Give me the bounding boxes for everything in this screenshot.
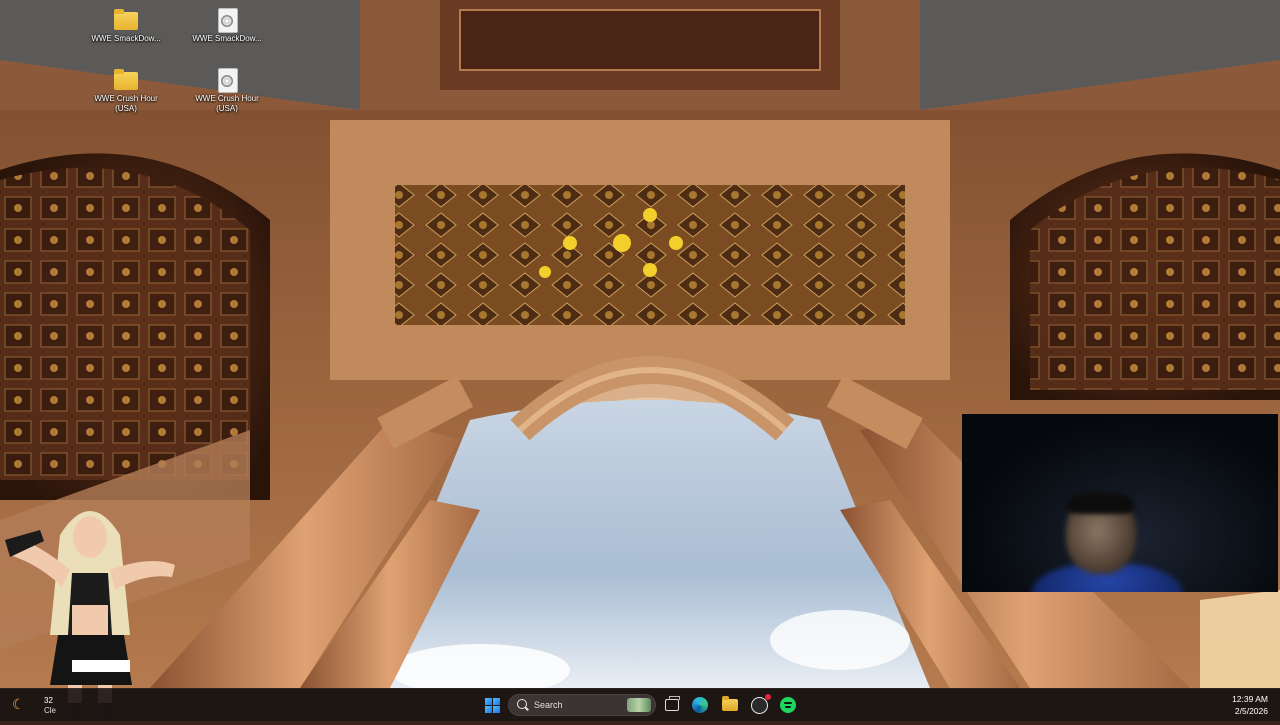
desktop-icon-label: WWE SmackDow...	[91, 34, 161, 43]
search-highlight-image	[627, 698, 651, 712]
system-clock[interactable]: 12:39 AM 2/5/2026	[1232, 693, 1268, 717]
task-view-icon	[665, 696, 680, 711]
desktop-icon-wwe-smackdown-disc[interactable]: WWE SmackDow...	[190, 8, 264, 44]
search-label: Search	[534, 700, 563, 710]
folder-icon	[722, 696, 738, 711]
spotify-icon	[780, 697, 796, 713]
obs-button[interactable]	[747, 693, 771, 717]
file-explorer-button[interactable]	[718, 693, 742, 717]
clock-date: 2/5/2026	[1234, 706, 1268, 716]
wrestler-sticker-image	[0, 495, 185, 720]
disc-image-icon	[213, 68, 241, 93]
task-view-button[interactable]	[660, 693, 684, 717]
edge-icon	[692, 697, 708, 713]
search-icon	[517, 699, 527, 709]
spotify-button[interactable]	[776, 693, 800, 717]
folder-icon	[112, 8, 140, 32]
desktop-icon-label: WWE Crush Hour (USA)	[94, 94, 158, 113]
taskbar: ☾ 32 Cle Search 12:39 AM 2/5/2026	[0, 688, 1280, 721]
moon-icon: ☾	[12, 696, 25, 712]
start-button[interactable]	[480, 693, 504, 717]
weather-condition: Cle	[44, 706, 57, 715]
folder-icon	[112, 68, 140, 92]
edge-button[interactable]	[688, 693, 712, 717]
desktop-icon-wwe-smackdown-folder[interactable]: WWE SmackDow...	[89, 8, 163, 44]
webcam-person-hair	[1068, 492, 1134, 514]
windows-icon	[484, 697, 500, 713]
clock-time: 12:39 AM	[1232, 694, 1268, 704]
desktop-icon-wwe-crush-hour-disc[interactable]: WWE Crush Hour (USA)	[190, 68, 264, 114]
webcam-overlay	[962, 414, 1278, 592]
disc-image-icon	[213, 8, 241, 33]
desktop-icon-wwe-crush-hour-folder[interactable]: WWE Crush Hour (USA)	[89, 68, 163, 114]
weather-temperature: 32	[44, 696, 53, 705]
search-box[interactable]: Search	[508, 694, 656, 716]
weather-widget[interactable]: ☾ 32 Cle	[10, 694, 90, 716]
desktop-icon-label: WWE SmackDow...	[192, 34, 262, 43]
desktop-icon-label: WWE Crush Hour (USA)	[195, 94, 259, 113]
obs-record-icon	[750, 693, 771, 714]
